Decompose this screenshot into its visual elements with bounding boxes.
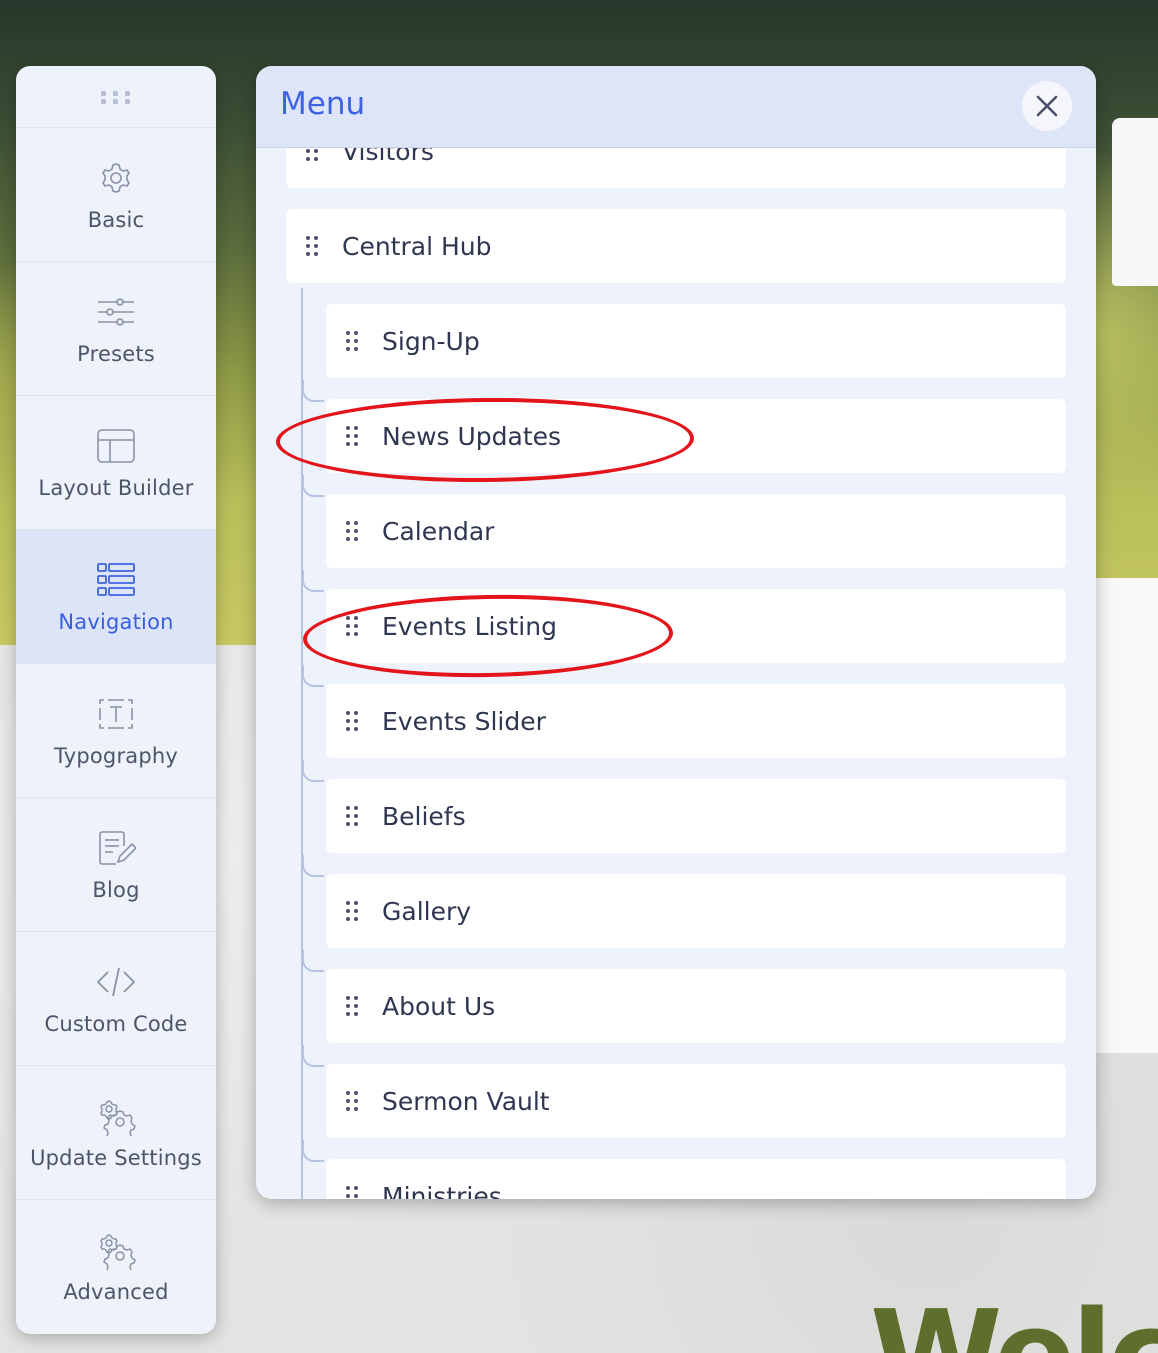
menu-item-label: Events Slider [382,706,546,736]
menu-item-label: News Updates [382,421,562,451]
sidebar-item-typography[interactable]: Typography [16,664,216,798]
list-icon [96,560,136,600]
menu-item-about-us[interactable]: About Us [326,969,1066,1043]
menu-item-label: Sign-Up [382,326,480,356]
drag-handle-icon[interactable] [344,614,360,638]
sidebar-item-advanced[interactable]: Advanced [16,1200,216,1334]
sidebar-item-label: Presets [77,341,155,366]
menu-item-gallery[interactable]: Gallery [326,874,1066,948]
panel-title: Menu [280,86,366,122]
drag-handle-icon[interactable] [344,519,360,543]
menu-item-label: Visitors [342,148,434,166]
close-button[interactable] [1022,81,1072,131]
menu-item-sign-up[interactable]: Sign-Up [326,304,1066,378]
menu-item-visitors[interactable]: Visitors [286,148,1066,188]
sidebar-item-update-settings[interactable]: Update Settings [16,1066,216,1200]
drag-handle-icon[interactable] [344,1089,360,1113]
sliders-icon [96,292,136,332]
drag-handle-icon[interactable] [344,424,360,448]
tree-branch [302,855,324,877]
tree-branch [302,1140,324,1162]
sidebar-item-label: Navigation [58,609,174,634]
menu-item-label: Events Listing [382,611,557,641]
menu-item-label: About Us [382,991,496,1021]
menu-item-label: Ministries [382,1181,502,1200]
tree-branch [302,665,324,687]
sidebar-item-label: Advanced [63,1280,169,1304]
tree-connector [301,288,303,1199]
gear-icon [96,158,136,198]
panel-header: Menu [256,66,1096,148]
tree-branch [302,760,324,782]
sidebar-item-label: Basic [87,207,145,232]
menu-item-central-hub[interactable]: Central Hub [286,209,1066,283]
menu-item-events-listing[interactable]: Events Listing [326,589,1066,663]
sidebar-item-label: Typography [53,743,179,768]
menu-item-news-updates[interactable]: News Updates [326,399,1066,473]
drag-handle-icon[interactable] [344,899,360,923]
sidebar-item-blog[interactable]: Blog [16,798,216,932]
drag-handle-icon[interactable] [304,234,320,258]
tree-branch [302,570,324,592]
tree-branch [302,1045,324,1067]
sidebar-item-layout-builder[interactable]: Layout Builder [16,396,216,530]
menu-item-label: Central Hub [342,231,492,261]
grip-dots-icon [101,90,130,104]
drag-handle-icon[interactable] [344,994,360,1018]
sidebar-item-label: Update Settings [30,1145,202,1170]
layout-icon [96,426,136,466]
tree-branch [302,475,324,497]
background-card [1112,118,1158,286]
drag-handle-icon[interactable] [344,329,360,353]
close-icon [1036,95,1058,117]
drag-handle-icon[interactable] [344,1184,360,1199]
menu-item-label: Beliefs [382,801,466,831]
drag-handle-icon[interactable] [344,804,360,828]
sidebar-item-basic[interactable]: Basic [16,128,216,262]
settings-sidebar: Basic Presets Layout Builder Navigation … [16,66,216,1334]
gears-icon [96,1230,136,1278]
menu-item-sermon-vault[interactable]: Sermon Vault [326,1064,1066,1138]
code-icon [96,962,136,1002]
menu-panel: Menu Visitors Central Hub Sign-Up News U… [256,66,1096,1199]
menu-item-label: Calendar [382,516,495,546]
sidebar-item-label: Custom Code [44,1011,188,1036]
drag-handle-icon[interactable] [344,709,360,733]
menu-item-label: Sermon Vault [382,1086,550,1116]
menu-item-ministries[interactable]: Ministries [326,1159,1066,1199]
sidebar-drag-handle[interactable] [16,66,216,128]
sidebar-item-label: Layout Builder [38,475,194,500]
tree-branch [302,950,324,972]
background-section [1090,578,1158,1053]
tree-branch [302,380,324,402]
sidebar-item-custom-code[interactable]: Custom Code [16,932,216,1066]
menu-item-calendar[interactable]: Calendar [326,494,1066,568]
sidebar-item-navigation[interactable]: Navigation [16,530,216,664]
menu-tree[interactable]: Visitors Central Hub Sign-Up News Update… [256,148,1096,1199]
sidebar-item-label: Blog [92,877,140,902]
menu-item-label: Gallery [382,896,472,926]
sidebar-item-presets[interactable]: Presets [16,262,216,396]
edit-document-icon [96,828,138,868]
gears-icon [96,1096,136,1144]
text-box-icon [96,694,136,734]
menu-item-beliefs[interactable]: Beliefs [326,779,1066,853]
background-headline: Welc [870,1296,1158,1353]
drag-handle-icon[interactable] [304,148,320,163]
menu-item-events-slider[interactable]: Events Slider [326,684,1066,758]
